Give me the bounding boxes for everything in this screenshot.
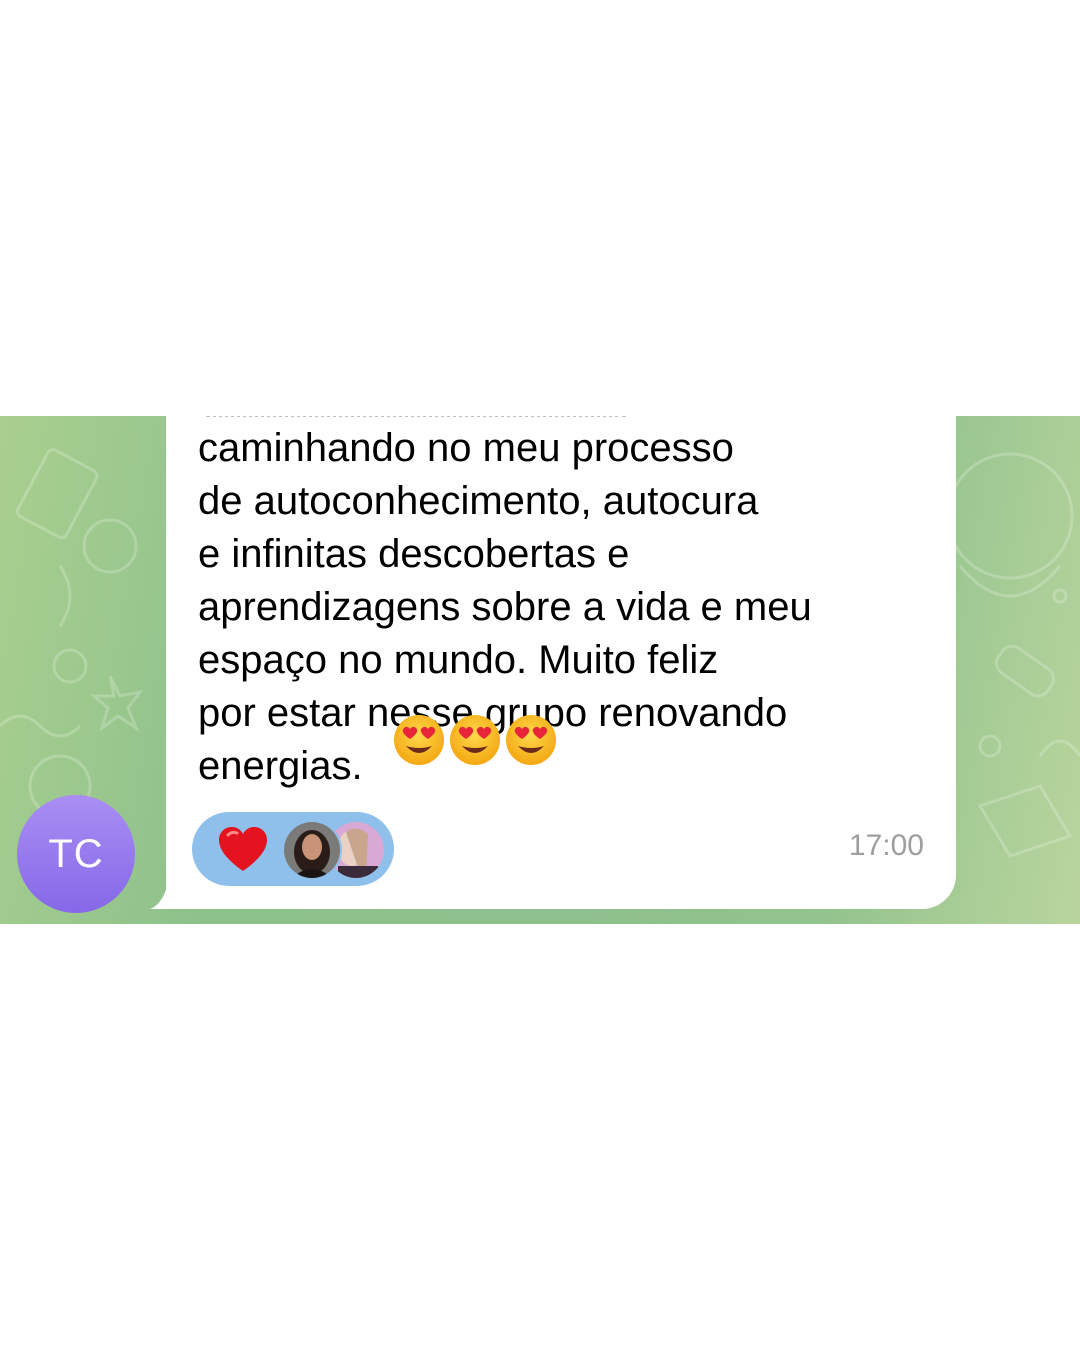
message-text: caminhando no meu processo de autoconhec… xyxy=(198,426,812,788)
chat-area: caminhando no meu processo de autoconhec… xyxy=(0,416,1080,924)
sender-avatar[interactable]: TC xyxy=(17,795,135,913)
reactor-avatar-1[interactable] xyxy=(282,820,342,880)
page: caminhando no meu processo de autoconhec… xyxy=(0,0,1080,1350)
heart-eyes-emoji xyxy=(506,715,556,765)
red-heart-icon xyxy=(219,827,267,871)
message-time: 17:00 xyxy=(848,829,924,862)
emoji-row xyxy=(392,713,558,767)
heart-eyes-emoji xyxy=(394,715,444,765)
reaction-button[interactable] xyxy=(192,812,394,886)
clipped-text-line xyxy=(206,416,626,421)
message-bubble[interactable]: caminhando no meu processo de autoconhec… xyxy=(166,416,956,909)
heart-eyes-emoji xyxy=(450,715,500,765)
